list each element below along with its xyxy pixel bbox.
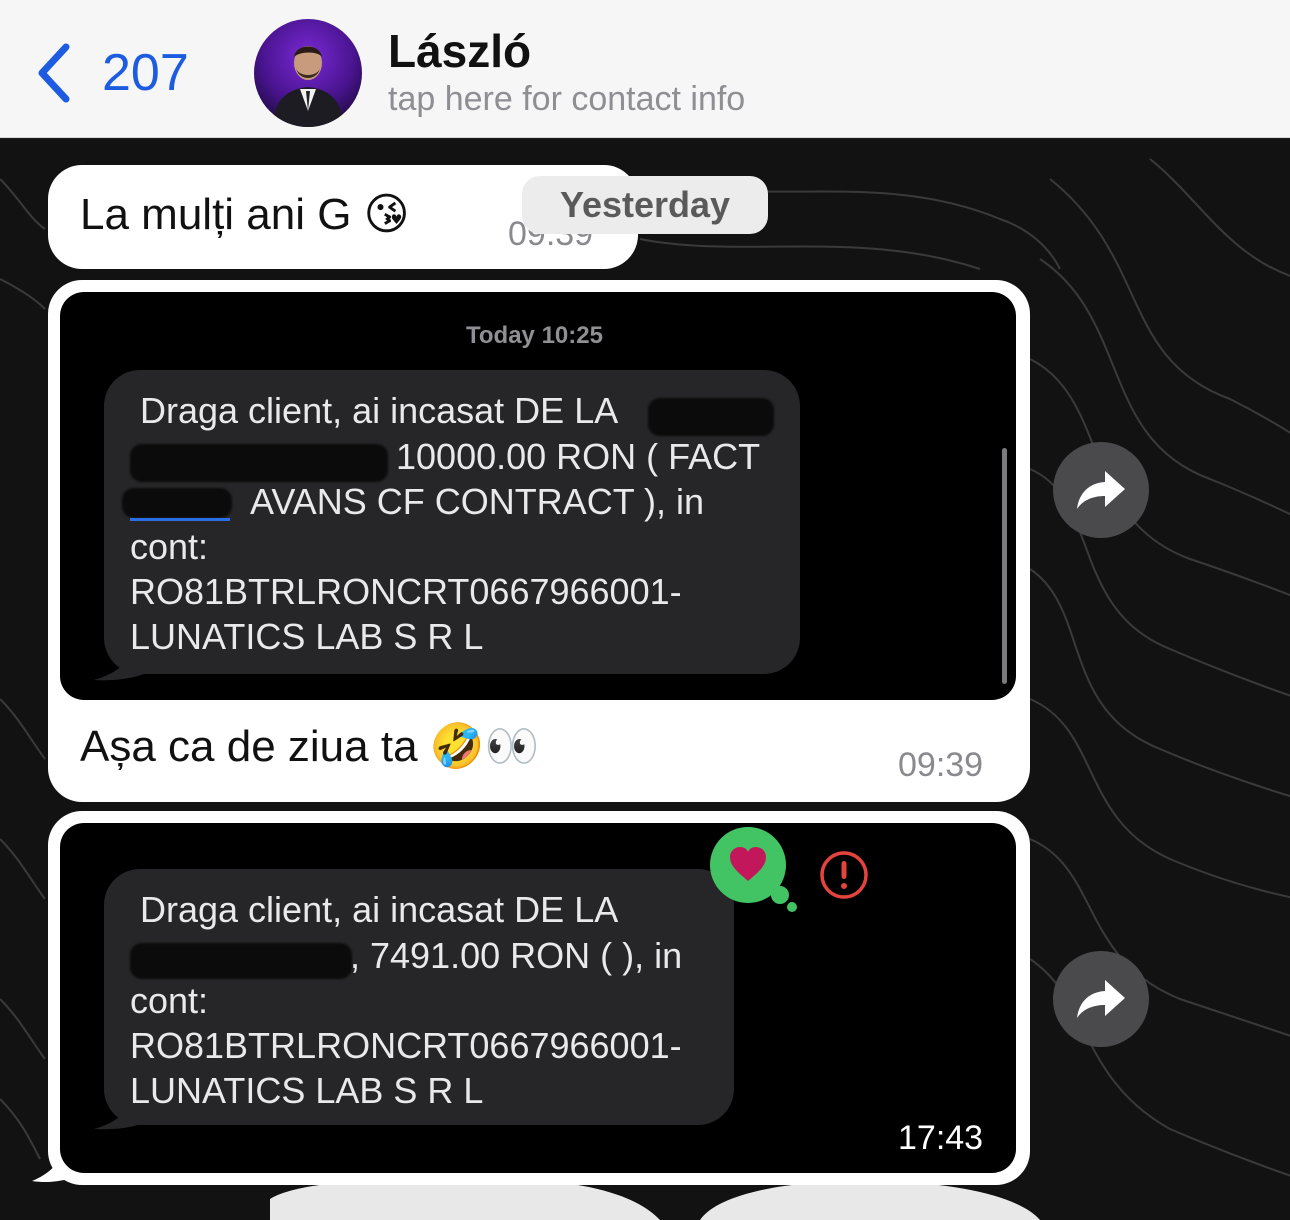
- sms-timestamp: Today 10:25: [466, 322, 603, 349]
- message-caption: Așa ca de ziua ta 🤣👀: [80, 722, 540, 771]
- link-underline: [130, 518, 230, 521]
- share-arrow-icon: [1077, 980, 1125, 1018]
- sms-line: Draga client, ai incasat DE LA: [140, 390, 619, 431]
- contact-name[interactable]: László: [388, 24, 531, 78]
- sms-screenshot-image[interactable]: Draga client, ai incasat DE LA , 7491.00…: [60, 823, 1016, 1173]
- sms-line: cont:: [130, 980, 209, 1021]
- redaction-mark: [648, 398, 774, 436]
- message-bubble-screenshot-1[interactable]: Today 10:25 Draga client, ai incasat DE …: [48, 280, 1030, 802]
- avatar[interactable]: [254, 19, 362, 127]
- sms-line: 10000.00 RON ( FACT: [396, 436, 761, 477]
- sms-line: , 7491.00 RON ( ), in: [350, 935, 683, 976]
- sms-line: LUNATICS LAB S R L: [130, 1070, 484, 1111]
- date-separator: Yesterday: [522, 176, 768, 234]
- sms-line: LUNATICS LAB S R L: [130, 616, 484, 657]
- chat-header: 207 László tap here for contact info: [0, 0, 1290, 138]
- message-time: 17:43: [898, 1119, 984, 1157]
- message-bubble-screenshot-2[interactable]: Draga client, ai incasat DE LA , 7491.00…: [48, 811, 1030, 1185]
- heart-bubble-icon: [710, 827, 797, 912]
- forward-button[interactable]: [1053, 951, 1149, 1047]
- sms-line: RO81BTRLRONCRT0667966001-: [130, 1025, 682, 1066]
- redaction-mark: [130, 943, 352, 979]
- sms-line: cont:: [130, 526, 209, 567]
- forward-button[interactable]: [1053, 442, 1149, 538]
- chevron-left-icon: [38, 43, 70, 103]
- unread-count: 207: [102, 44, 189, 102]
- exclamation-circle-icon[interactable]: [818, 849, 870, 901]
- redaction-mark: [122, 488, 232, 518]
- scrollbar: [1002, 448, 1007, 684]
- sms-line: Draga client, ai incasat DE LA: [140, 889, 619, 930]
- share-arrow-icon: [1077, 471, 1125, 509]
- message-text: La mulți ani G 😘: [80, 190, 410, 239]
- sms-line: AVANS CF CONTRACT ), in: [250, 481, 705, 522]
- chat-area: La mulți ani G 😘 09:39 Yesterday Today 1…: [0, 139, 1290, 1220]
- redaction-mark: [130, 444, 388, 482]
- message-time: 09:39: [898, 746, 984, 784]
- sms-screenshot-image[interactable]: Today 10:25 Draga client, ai incasat DE …: [60, 292, 1016, 700]
- sms-line: RO81BTRLRONCRT0667966001-: [130, 571, 682, 612]
- back-button[interactable]: 207: [34, 38, 189, 108]
- contact-info-hint[interactable]: tap here for contact info: [388, 80, 745, 119]
